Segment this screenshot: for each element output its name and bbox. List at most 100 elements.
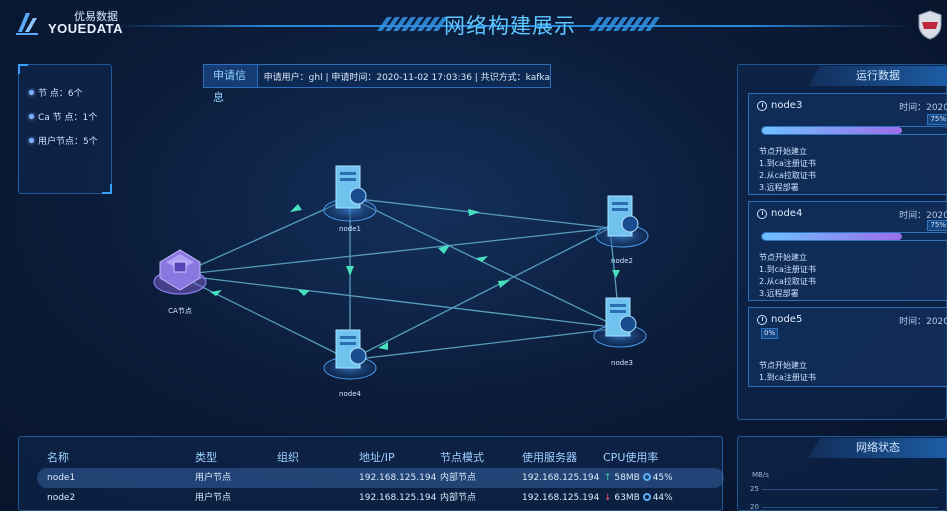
node2-label: node2 — [611, 257, 633, 265]
arrow-icon — [210, 290, 222, 296]
logo: 优易数据 YOUEDATA — [14, 10, 123, 36]
run-step: 节点开始建立 — [759, 147, 807, 156]
network-graph: node1 node2 node3 node4 CA节点 — [153, 165, 649, 398]
run-card-node3[interactable]: node3 时间：2020 75% 节点开始建立 1.到ca注册证书 2.从ca… — [748, 93, 947, 195]
stat-user-nodes: 用户节点：5个 — [29, 134, 98, 147]
clock-icon — [757, 208, 767, 219]
clock-icon — [757, 314, 767, 325]
run-card-node5[interactable]: node5 时间：2020 0% 节点开始建立 1.到ca注册证书 — [748, 307, 947, 387]
network-status-panel: 网络状态 MB/s 25 20 — [737, 436, 947, 511]
progress-label: 75% — [927, 114, 947, 125]
cpu-ring-icon — [642, 473, 651, 481]
request-info-title: 申请信息 — [204, 65, 258, 104]
table-row[interactable]: node2 用户节点 192.168.125.194 内部节点 192.168.… — [37, 488, 724, 508]
node1-label: node1 — [339, 225, 361, 233]
node2-server-icon[interactable]: node2 — [595, 195, 649, 265]
arrow-icon — [298, 290, 310, 296]
table-header: 节点模式 — [440, 451, 484, 464]
shield-icon — [918, 10, 942, 40]
grid-line — [762, 489, 938, 490]
run-step: 1.到ca注册证书 — [759, 159, 816, 168]
table-header: CPU使用率 — [603, 451, 659, 464]
run-step: 节点开始建立 — [759, 361, 807, 370]
header: 优易数据 YOUEDATA 网络构建展示 — [0, 0, 947, 52]
cell-ip: 192.168.125.194 — [359, 493, 437, 503]
run-data-panel: 运行数据 node3 时间：2020 75% 节点开始建立 1.到ca注册证书 … — [737, 64, 947, 420]
cell-cpu: ↑ 58MB 45% — [604, 473, 673, 483]
network-status-header: 网络状态 — [808, 438, 947, 458]
arrow-down-icon: ↓ — [604, 493, 612, 503]
cell-name: node2 — [47, 493, 76, 503]
run-step: 节点开始建立 — [759, 253, 807, 262]
ca-node-icon[interactable]: CA节点 — [153, 249, 207, 315]
edge-node2-node4 — [349, 227, 611, 361]
cpu-ring-icon — [642, 493, 651, 501]
table-row[interactable]: node1 用户节点 192.168.125.194 内部节点 192.168.… — [37, 468, 724, 488]
logo-en: YOUEDATA — [48, 21, 124, 36]
table-header: 地址/IP — [359, 451, 395, 464]
run-step: 2.从ca拉取证书 — [759, 171, 816, 180]
run-card-name: node3 — [757, 100, 802, 111]
table-header: 名称 — [47, 451, 69, 464]
edge-arrows — [210, 204, 620, 350]
run-card-name: node5 — [757, 314, 802, 325]
progress-fill — [762, 233, 902, 240]
title-stripes-right — [589, 17, 660, 31]
arrow-icon — [468, 209, 480, 216]
run-card-time: 时间：2020 — [899, 317, 947, 327]
arrow-up-icon: ↑ — [604, 473, 612, 483]
title-box: 网络构建展示 — [300, 6, 720, 46]
arrow-icon — [476, 256, 488, 262]
cell-mode: 内部节点 — [440, 493, 477, 503]
page-title: 网络构建展示 — [444, 14, 576, 38]
clock-icon — [757, 100, 767, 111]
run-card-name: node4 — [757, 208, 802, 219]
dot-icon — [29, 138, 34, 143]
table-header: 使用服务器 — [522, 451, 577, 464]
arrow-icon — [346, 266, 354, 276]
cell-cpu: ↓ 63MB 44% — [604, 493, 673, 503]
run-data-title: 运行数据 — [856, 69, 900, 82]
table-header: 类型 — [195, 451, 217, 464]
progress-bar — [761, 126, 947, 135]
network-status-title: 网络状态 — [856, 441, 900, 454]
axis-tick: 25 — [750, 485, 759, 493]
cell-type: 用户节点 — [195, 493, 232, 503]
run-step: 1.到ca注册证书 — [759, 373, 816, 382]
run-step: 3.远程部署 — [759, 183, 799, 192]
run-step: 2.从ca拉取证书 — [759, 277, 816, 286]
cell-server: 192.168.125.194 — [522, 473, 600, 483]
stat-total-nodes: 节 点：6个 — [29, 86, 83, 99]
ca-node-label: CA节点 — [168, 307, 192, 315]
progress-label: 0% — [761, 328, 779, 339]
edge-ca-node4 — [177, 274, 351, 361]
node3-server-icon[interactable]: node3 — [593, 297, 647, 367]
cell-ip: 192.168.125.194 — [359, 473, 437, 483]
edge-node1-node2 — [349, 197, 611, 229]
edge-node1-node3 — [349, 197, 621, 329]
stat-ca-nodes: Ca 节 点：1个 — [29, 110, 97, 123]
node-table: 名称 类型 组织 地址/IP 节点模式 使用服务器 CPU使用率 node1 用… — [18, 436, 724, 511]
node4-label: node4 — [339, 390, 361, 398]
cell-type: 用户节点 — [195, 473, 232, 483]
stats-panel: 节 点：6个 Ca 节 点：1个 用户节点：5个 — [18, 64, 112, 194]
grid-line — [762, 507, 938, 508]
logo-icon — [16, 13, 38, 35]
node4-server-icon[interactable]: node4 — [323, 329, 377, 398]
edge-node3-node4 — [349, 327, 621, 361]
run-step: 3.远程部署 — [759, 289, 799, 298]
progress-label: 75% — [927, 220, 947, 231]
progress-bar — [761, 232, 947, 241]
axis-tick: 20 — [750, 503, 759, 511]
panel-corner — [102, 184, 112, 194]
request-info-detail: 申请用户：ghl | 申请时间：2020-11-02 17:03:36 | 共识… — [263, 72, 550, 83]
run-card-node4[interactable]: node4 时间：2020 75% 节点开始建立 1.到ca注册证书 2.从ca… — [748, 201, 947, 301]
run-data-header: 运行数据 — [808, 66, 947, 86]
edge-ca-node2 — [177, 227, 611, 276]
cell-mode: 内部节点 — [440, 473, 477, 483]
table-header: 组织 — [277, 451, 299, 464]
dot-icon — [29, 90, 34, 95]
cell-name: node1 — [47, 473, 76, 483]
node3-label: node3 — [611, 359, 633, 367]
arrow-icon — [290, 204, 302, 212]
